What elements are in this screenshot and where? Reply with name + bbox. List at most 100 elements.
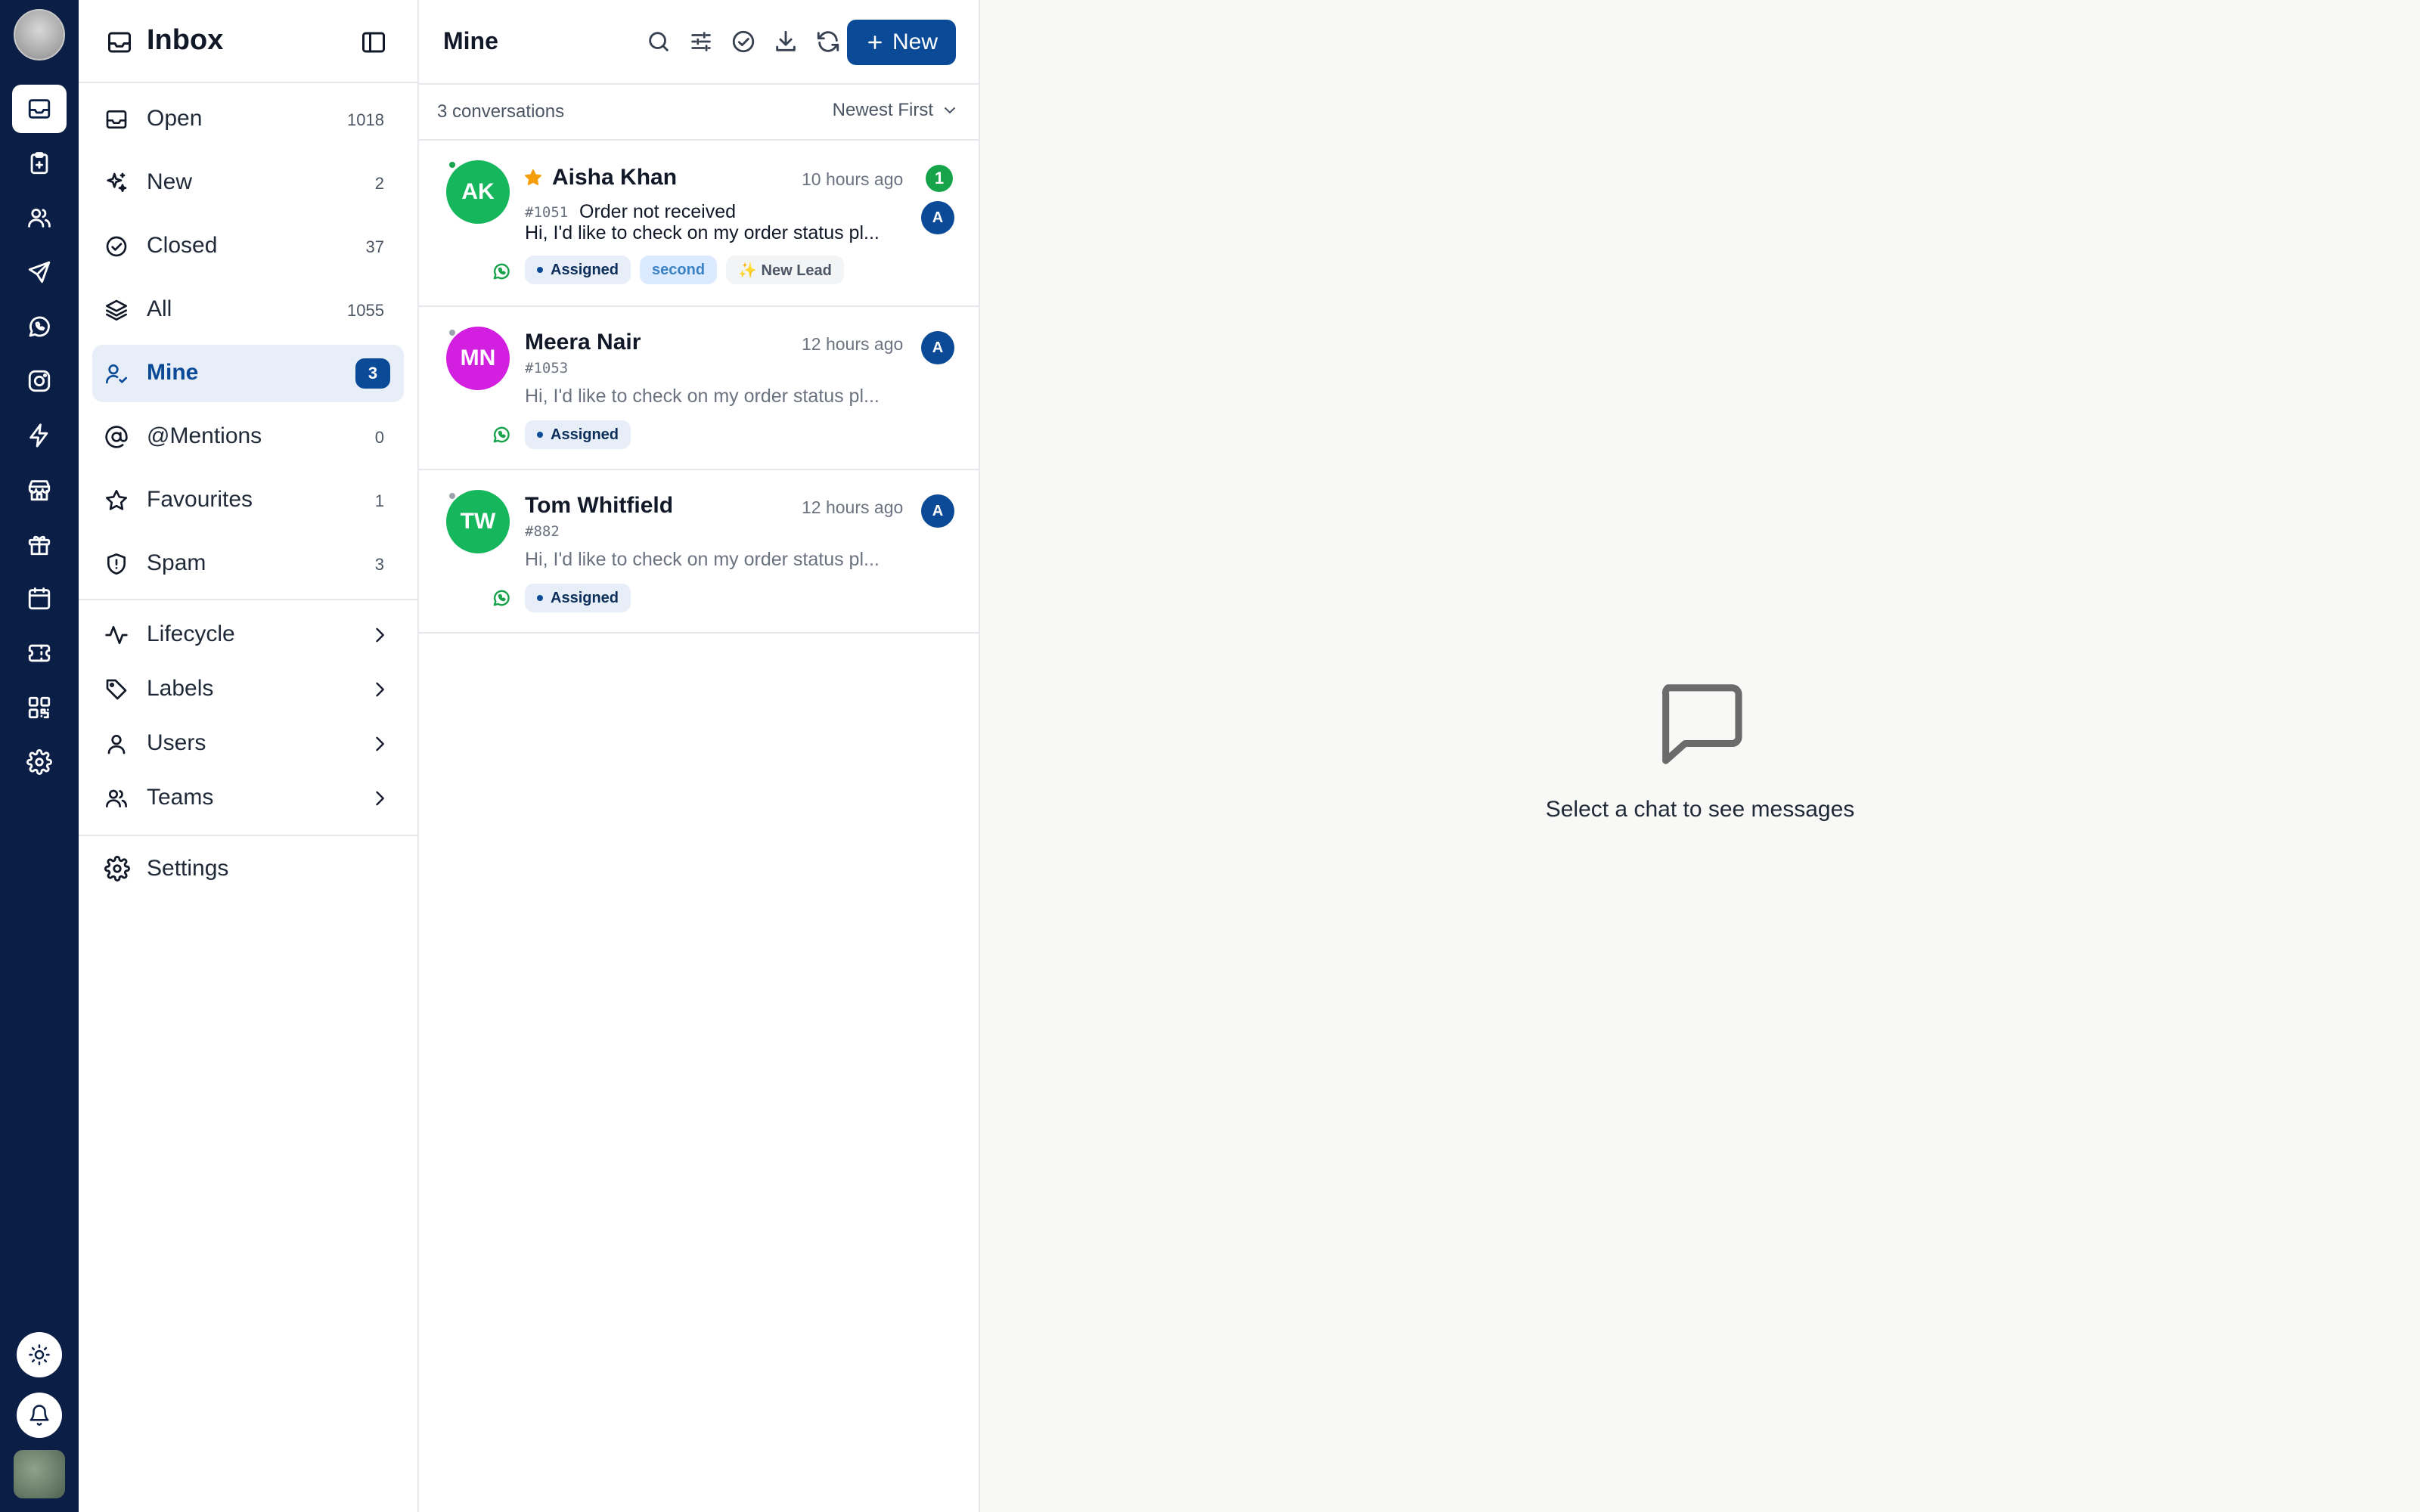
chevron-right-icon xyxy=(376,791,384,806)
activity-icon xyxy=(105,626,128,644)
rail-tasks-button[interactable] xyxy=(12,139,67,187)
nav-item-count: 1 xyxy=(374,491,384,510)
nav-item-count: 1055 xyxy=(347,301,384,320)
contact-name: Tom Whitfield xyxy=(525,493,674,518)
store-icon xyxy=(28,480,51,501)
refresh-button[interactable] xyxy=(815,29,841,54)
rail-contacts-button[interactable] xyxy=(12,194,67,242)
nav-item-new[interactable]: New 2 xyxy=(92,154,404,212)
search-button[interactable] xyxy=(646,29,672,54)
nav-group-teams[interactable]: Teams xyxy=(92,774,404,823)
gear-icon xyxy=(26,749,52,775)
nav-item-count: 0 xyxy=(374,428,384,447)
chevron-right-icon xyxy=(376,682,384,697)
rail-automation-button[interactable] xyxy=(12,411,67,460)
conversation-item[interactable]: MN Meera Nair 12 hours ago A #1053 Hi, I… xyxy=(419,308,979,470)
app-rail xyxy=(0,0,79,1512)
nav-item-count: 2 xyxy=(374,174,384,193)
user-check-icon xyxy=(106,364,127,384)
rail-settings-button[interactable] xyxy=(12,738,67,786)
conversation-item[interactable]: AK Aisha Khan 10 hours ago 1 A #1051 Ord… xyxy=(419,142,979,307)
nav-group-label: Users xyxy=(147,730,206,755)
ticket-number: #1051 xyxy=(525,204,569,221)
rail-qr-button[interactable] xyxy=(12,683,67,732)
list-header: Mine New xyxy=(419,0,979,85)
rail-campaigns-button[interactable] xyxy=(12,248,67,296)
nav-item-label: Favourites xyxy=(147,487,253,512)
notifications-button[interactable] xyxy=(17,1393,62,1438)
sun-icon xyxy=(29,1344,50,1365)
rail-tickets-button[interactable] xyxy=(12,629,67,677)
inbox-icon xyxy=(28,99,51,119)
nav-settings[interactable]: Settings xyxy=(92,844,404,892)
whatsapp-icon xyxy=(493,426,510,443)
lifecycle-badge: ✨ New Lead xyxy=(726,256,844,284)
rail-calendar-button[interactable] xyxy=(12,575,67,623)
workspace-avatar[interactable] xyxy=(14,1450,65,1498)
layers-icon xyxy=(106,299,127,321)
new-conversation-button[interactable]: New xyxy=(847,20,956,65)
bell-icon xyxy=(29,1405,49,1426)
nav-item-spam[interactable]: Spam 3 xyxy=(92,535,404,593)
nav-group-label: Labels xyxy=(147,676,214,701)
conversation-time: 10 hours ago xyxy=(802,169,904,189)
nav-item-all[interactable]: All 1055 xyxy=(92,281,404,339)
contact-avatar: MN xyxy=(446,327,510,390)
rail-rewards-button[interactable] xyxy=(12,520,67,569)
status-badge: Assigned xyxy=(525,584,631,612)
assignee-avatar: A xyxy=(921,331,954,364)
nav-group-labels[interactable]: Labels xyxy=(92,665,404,714)
contact-name: Aisha Khan xyxy=(552,165,678,190)
tag-icon xyxy=(106,679,127,700)
conversation-time: 12 hours ago xyxy=(802,497,904,517)
download-button[interactable] xyxy=(773,29,799,54)
rail-inbox-button[interactable] xyxy=(12,85,67,133)
nav-divider xyxy=(79,835,417,836)
inbox-nav-panel: Inbox Open 1018 New 2 Closed 37 All 1055… xyxy=(79,0,419,1512)
calendar-icon xyxy=(28,587,51,610)
theme-toggle-button[interactable] xyxy=(17,1332,62,1377)
list-title: Mine xyxy=(443,27,498,54)
check-circle-icon xyxy=(106,236,127,257)
rail-store-button[interactable] xyxy=(12,466,67,514)
new-button-label: New xyxy=(892,29,938,54)
nav-item-label: All xyxy=(147,296,172,321)
plus-icon xyxy=(868,36,882,49)
zap-icon xyxy=(29,423,48,448)
ticket-number: #1053 xyxy=(525,360,569,376)
conversation-item[interactable]: TW Tom Whitfield 12 hours ago A #882 Hi,… xyxy=(419,472,979,634)
nav-item-count: 3 xyxy=(355,358,390,389)
nav-divider xyxy=(79,599,417,600)
sort-dropdown[interactable]: Newest First xyxy=(833,100,959,121)
nav-item-label: New xyxy=(147,169,193,194)
nav-item-closed[interactable]: Closed 37 xyxy=(92,218,404,275)
inbox-icon xyxy=(108,32,131,53)
nav-item-mine[interactable]: Mine 3 xyxy=(92,345,404,402)
sidebar-toggle-icon[interactable] xyxy=(360,29,387,56)
unread-badge: 1 xyxy=(926,165,953,192)
presence-dot xyxy=(448,328,457,337)
chevron-right-icon xyxy=(376,736,384,751)
nav-group-lifecycle[interactable]: Lifecycle xyxy=(92,611,404,659)
star-icon xyxy=(106,490,127,510)
nav-item-mentions[interactable]: @Mentions 0 xyxy=(92,408,404,466)
nav-group-users[interactable]: Users xyxy=(92,720,404,768)
nav-item-favourites[interactable]: Favourites 1 xyxy=(92,472,404,529)
whatsapp-icon xyxy=(29,316,50,337)
instagram-icon xyxy=(28,370,51,392)
nav-title: Inbox xyxy=(147,24,224,56)
users-icon xyxy=(106,789,127,807)
at-sign-icon xyxy=(105,426,128,448)
filter-icon xyxy=(691,32,711,51)
conversation-tags: Assigned second ✨ New Lead xyxy=(525,256,844,284)
refresh-icon xyxy=(817,31,839,52)
user-avatar[interactable] xyxy=(14,9,65,60)
assignee-avatar: A xyxy=(921,201,954,234)
nav-item-open[interactable]: Open 1018 xyxy=(92,91,404,148)
gear-icon xyxy=(104,856,130,881)
nav-item-label: Open xyxy=(147,106,203,131)
rail-whatsapp-button[interactable] xyxy=(12,302,67,351)
rail-instagram-button[interactable] xyxy=(12,357,67,405)
filter-button[interactable] xyxy=(688,29,714,54)
select-button[interactable] xyxy=(731,29,756,54)
